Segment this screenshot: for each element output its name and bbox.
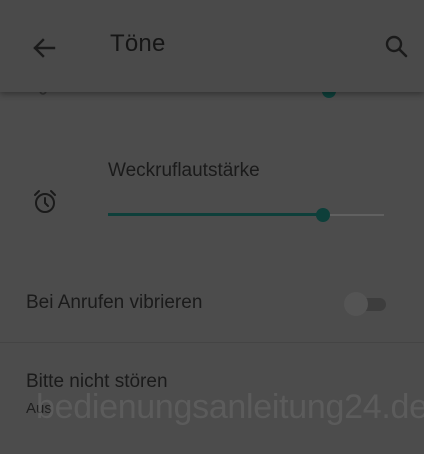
sound-settings-screen: Töne Weckruflautstärke Bei Anrufen vibri…: [0, 0, 424, 454]
watermark: bedienungsanleitung24.de: [36, 388, 424, 426]
page-title: Töne: [110, 30, 166, 57]
arrow-back-icon: [33, 38, 56, 58]
alarm-slider-thumb[interactable]: [316, 208, 331, 222]
vibrate-toggle[interactable]: [344, 292, 390, 316]
vibrate-on-call-row[interactable]: Bei Anrufen vibrieren: [0, 268, 424, 340]
alarm-clock-icon: [28, 185, 62, 219]
alarm-slider-fill: [108, 213, 324, 216]
search-icon: [385, 35, 408, 58]
vibrate-on-call-label: Bei Anrufen vibrieren: [26, 292, 203, 313]
alarm-volume-label: Weckruflautstärke: [108, 160, 260, 181]
alarm-volume-slider[interactable]: [108, 208, 384, 222]
toggle-thumb: [344, 292, 368, 316]
search-button[interactable]: [380, 30, 414, 64]
app-bar: Töne: [0, 0, 424, 92]
back-button[interactable]: [26, 30, 62, 66]
